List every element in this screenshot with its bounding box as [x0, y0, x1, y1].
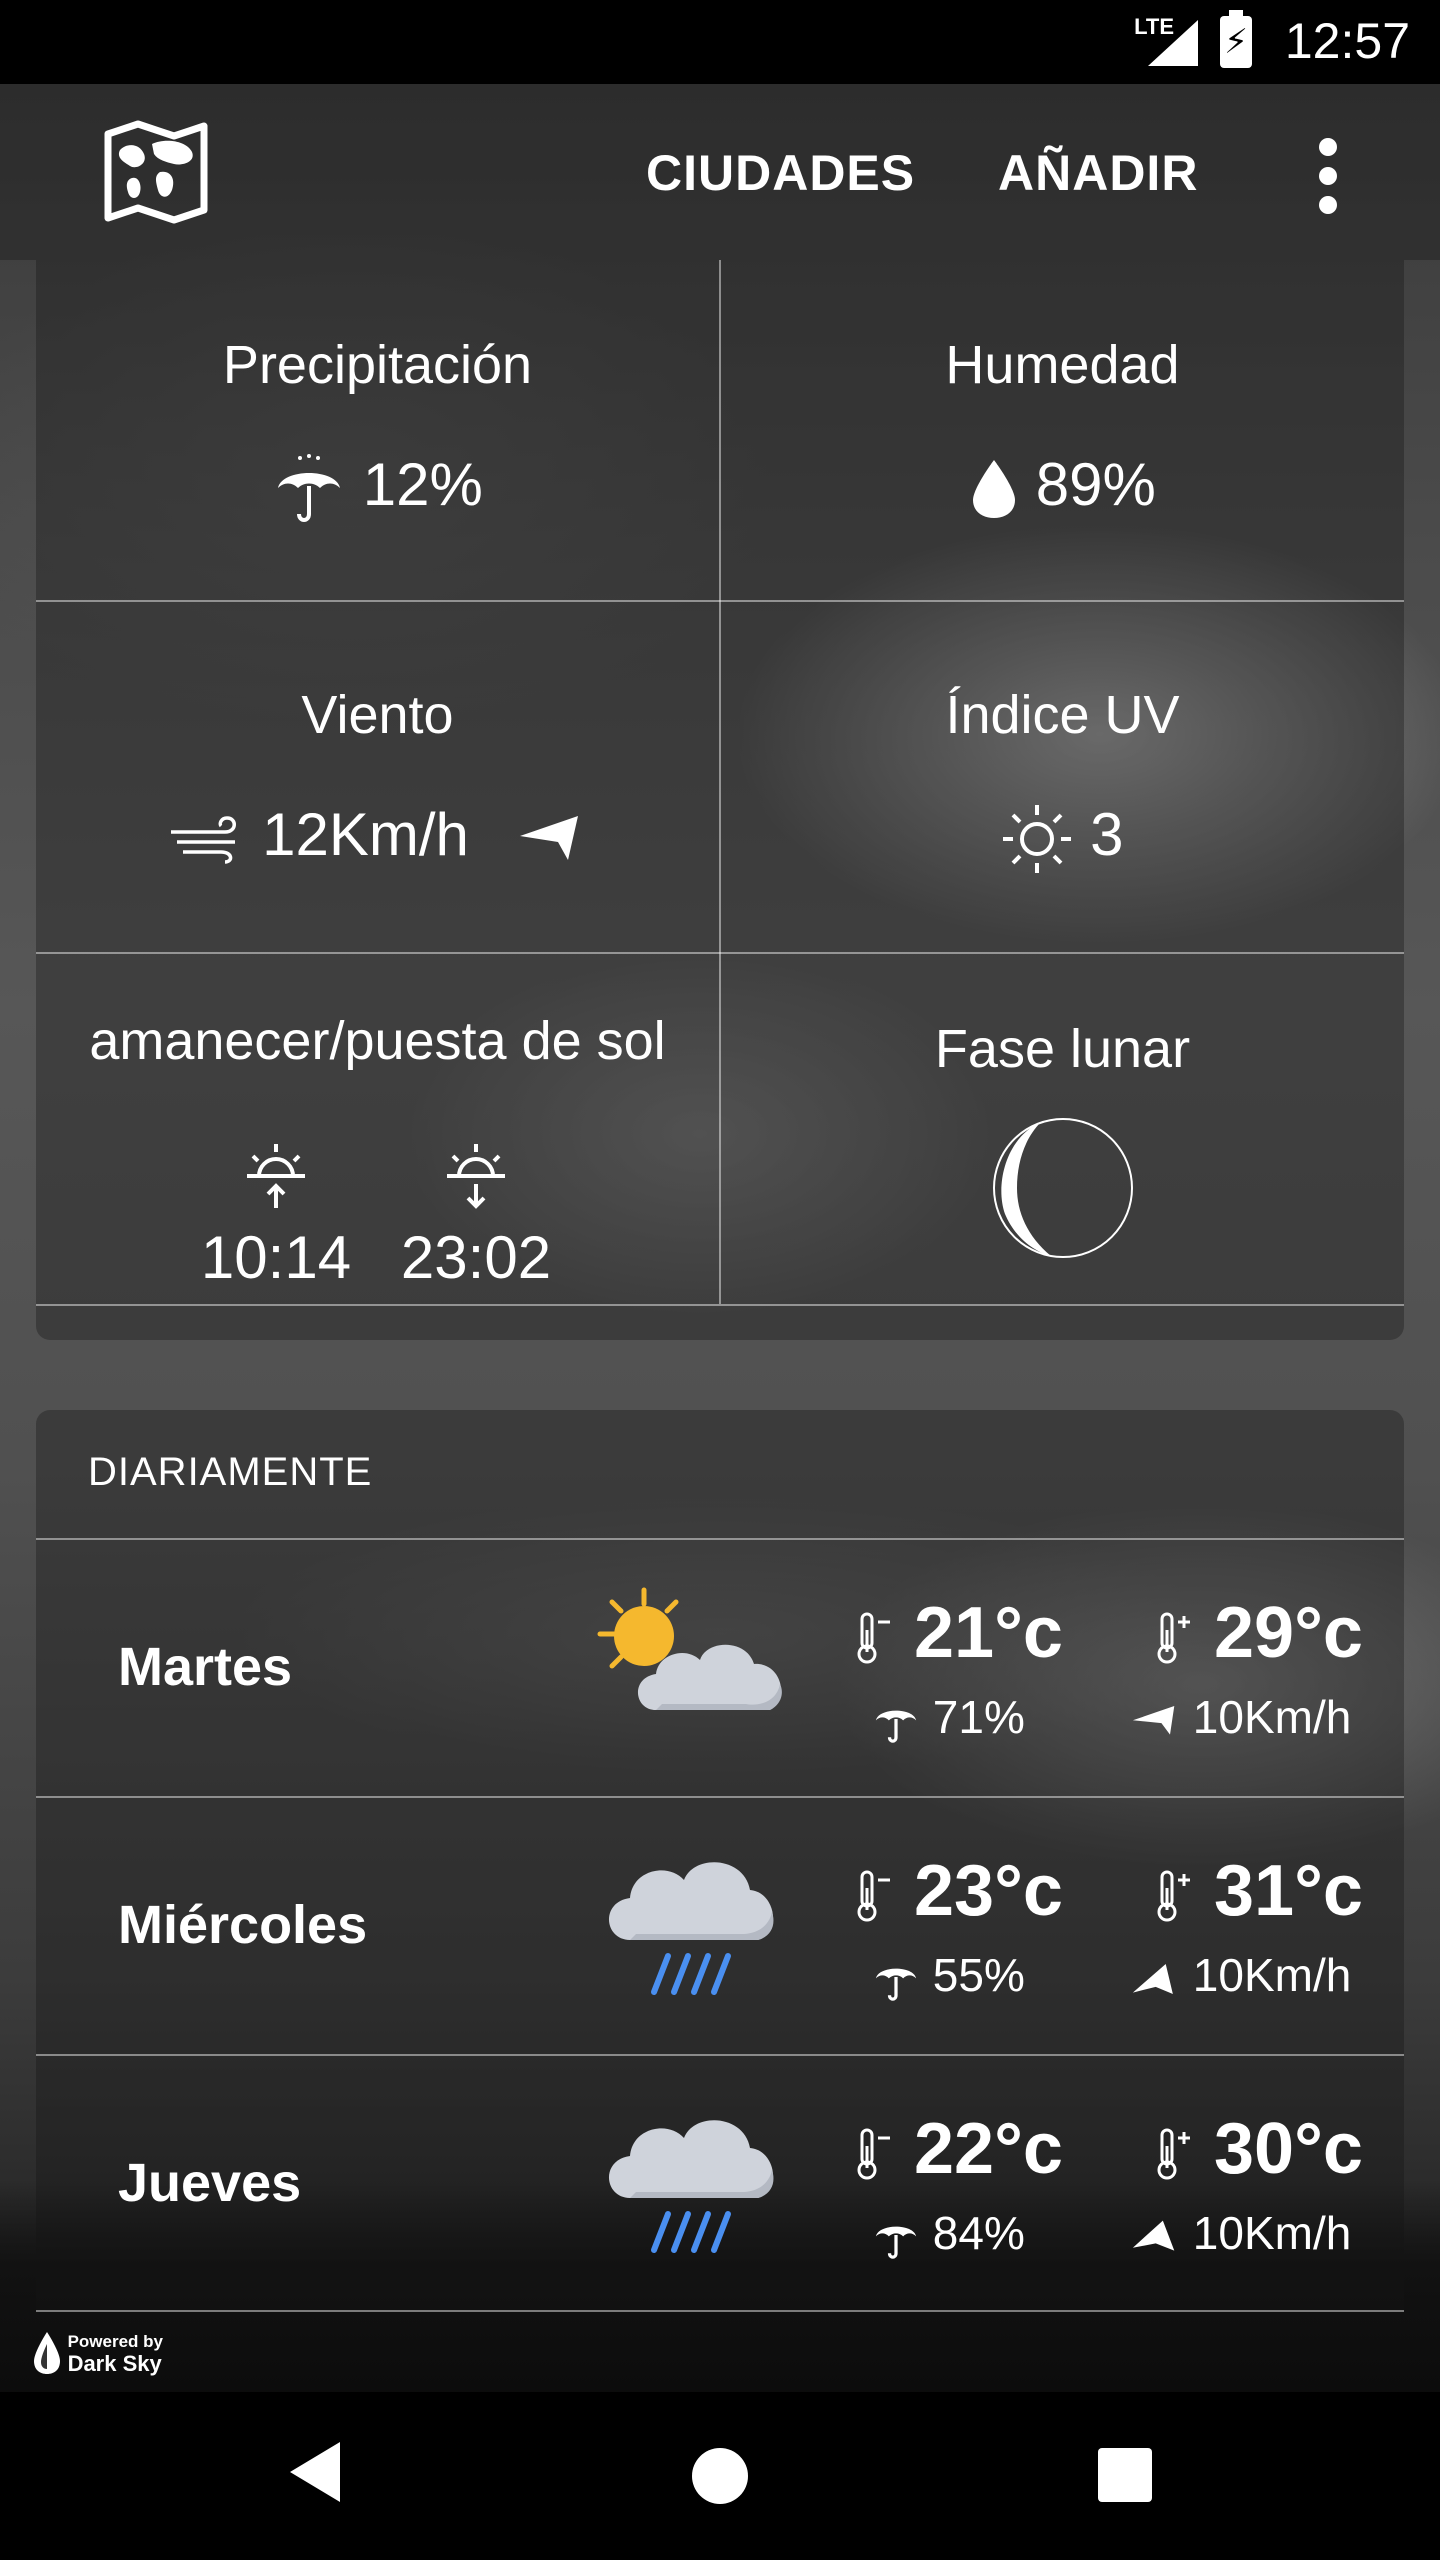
dark-sky-logo-icon [34, 2332, 60, 2374]
thermometer-max-icon [1157, 1870, 1190, 1922]
recent-apps-icon[interactable] [1098, 2448, 1152, 2502]
day-name: Martes [118, 1637, 293, 1697]
powered-by-dark-sky[interactable]: Powered by Dark Sky [32, 2330, 163, 2376]
precipitation-value: 12% [362, 451, 483, 518]
max-temperature: 29°c [1154, 1592, 1363, 1674]
cities-button[interactable]: CIUDADES [646, 144, 915, 202]
precipitation-label: Precipitación [222, 335, 533, 395]
clock: 12:57 [1284, 13, 1410, 69]
wind-direction-icon [1132, 1705, 1175, 1735]
daily-header: DIARIAMENTE [88, 1450, 373, 1494]
max-temperature-value: 29°c [1214, 1593, 1363, 1673]
umbrella-icon [875, 1968, 917, 2001]
powered-by-line2: Dark Sky [67, 2351, 162, 2376]
thermometer-min-icon [857, 2128, 890, 2180]
humidity-value: 89% [1035, 451, 1156, 518]
thermometer-min-icon [857, 1870, 890, 1922]
thermometer-max-icon [1157, 1612, 1190, 1664]
current-details-panel: Precipitación 12% Humedad 89% Viento 12K… [36, 260, 1404, 1340]
max-temperature-value: 31°c [1214, 1851, 1363, 1931]
moon-phase-icon [993, 1118, 1133, 1258]
wind-value: 12Km/h [262, 801, 469, 868]
precipitation-chance: 84% [872, 2206, 1025, 2261]
daily-forecast-panel: DIARIAMENTE Martes 21°c 29°c 71% 10Km/h … [36, 1410, 1404, 2312]
min-temperature: 23°c [854, 1850, 1063, 1932]
umbrella-icon [278, 454, 341, 523]
min-temperature: 22°c [854, 2108, 1063, 2190]
umbrella-icon [875, 2226, 917, 2259]
add-button[interactable]: AÑADIR [998, 144, 1198, 202]
max-temperature: 31°c [1154, 1850, 1363, 1932]
signal-icon [1148, 20, 1198, 66]
day-name: Miércoles [118, 1895, 368, 1955]
powered-by-line1: Powered by [67, 2332, 163, 2351]
umbrella-icon [875, 1710, 917, 1743]
rain-icon [608, 1862, 774, 1995]
uv-index-value: 3 [1090, 801, 1124, 868]
home-icon[interactable] [692, 2448, 748, 2504]
sunrise-sunset-cell: amanecer/puesta de sol 10:14 23:02 [36, 960, 719, 1310]
wind-speed-value: 10Km/h [1192, 1949, 1352, 2001]
sun-icon [1003, 805, 1072, 874]
sunrise-time: 10:14 [200, 1224, 352, 1291]
wind-speed-value: 10Km/h [1192, 2207, 1352, 2259]
moon-phase-label: Fase lunar [934, 1019, 1191, 1079]
daily-row[interactable]: Jueves 22°c 30°c 84% 10Km/h [36, 2056, 1404, 2312]
precipitation-cell: Precipitación 12% [36, 260, 719, 610]
status-bar: LTE ⚡ 12:57 [0, 0, 1440, 84]
max-temperature-value: 30°c [1214, 2109, 1363, 2189]
battery-icon: ⚡ [1220, 10, 1252, 68]
divider [36, 2310, 1404, 2312]
humidity-label: Humedad [945, 335, 1180, 395]
thermometer-min-icon [857, 1612, 890, 1664]
rain-icon [608, 2120, 774, 2253]
wind-icon [171, 816, 237, 864]
sunset-icon [447, 1144, 505, 1209]
uv-index-label: Índice UV [945, 685, 1180, 745]
precipitation-chance: 55% [872, 1948, 1025, 2003]
app-bar: CIUDADES AÑADIR [0, 84, 1440, 260]
thermometer-max-icon [1157, 2128, 1190, 2180]
sunset-time: 23:02 [400, 1224, 552, 1291]
back-icon[interactable] [290, 2442, 340, 2502]
min-temperature: 21°c [854, 1592, 1063, 1674]
wind-speed: 10Km/h [1130, 2206, 1351, 2260]
moon-phase-cell: Fase lunar [721, 960, 1404, 1310]
sunrise-sunset-label: amanecer/puesta de sol [89, 1011, 666, 1071]
humidity-cell: Humedad 89% [721, 260, 1404, 610]
min-temperature-value: 21°c [914, 1593, 1063, 1673]
min-temperature-value: 22°c [914, 2109, 1063, 2189]
uv-index-cell: Índice UV 3 [721, 610, 1404, 960]
wind-speed-value: 10Km/h [1192, 1691, 1352, 1743]
system-nav-bar [0, 2392, 1440, 2560]
wind-speed: 10Km/h [1130, 1690, 1351, 1744]
daily-row[interactable]: Miércoles 23°c 31°c 55% 10Km/h [36, 1798, 1404, 2054]
max-temperature: 30°c [1154, 2108, 1363, 2190]
precipitation-chance-value: 55% [932, 1949, 1025, 2001]
wind-cell: Viento 12Km/h [36, 610, 719, 960]
wind-direction-icon [519, 816, 578, 861]
sunrise-icon [247, 1144, 305, 1208]
precipitation-chance-value: 71% [932, 1691, 1025, 1743]
wind-direction-icon [1132, 1963, 1173, 1994]
precipitation-chance-value: 84% [932, 2207, 1025, 2259]
day-name: Jueves [118, 2153, 302, 2213]
min-temperature-value: 23°c [914, 1851, 1063, 1931]
wind-label: Viento [301, 685, 454, 745]
precipitation-chance: 71% [872, 1690, 1025, 1745]
wind-speed: 10Km/h [1130, 1948, 1351, 2002]
water-drop-icon [973, 460, 1016, 519]
daily-row[interactable]: Martes 21°c 29°c 71% 10Km/h [36, 1540, 1404, 1796]
partly-cloudy-day-icon [597, 1587, 782, 1710]
more-options-icon[interactable] [1306, 134, 1350, 214]
map-logo-icon[interactable] [104, 120, 208, 224]
wind-direction-icon [1132, 2220, 1175, 2251]
